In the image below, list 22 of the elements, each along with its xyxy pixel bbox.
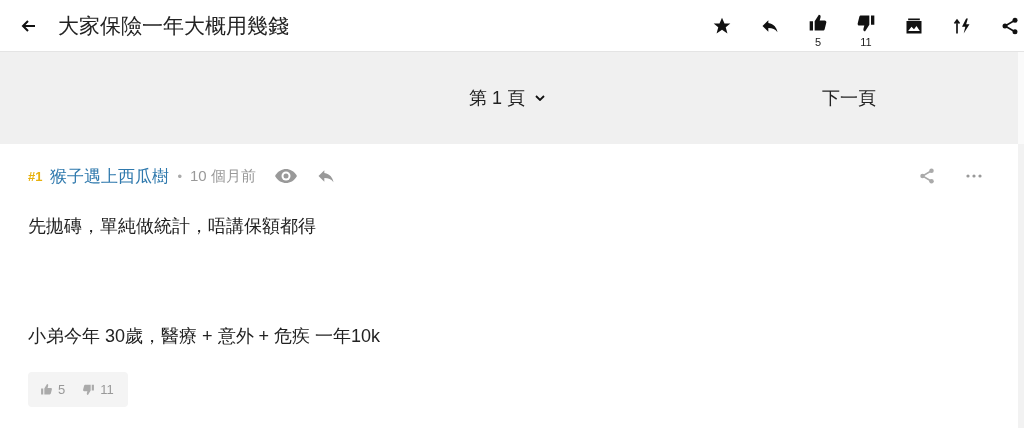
- page-selector[interactable]: 第 1 頁: [463, 85, 551, 111]
- thumbs-up-icon[interactable]: [40, 383, 53, 396]
- caret-icon: [535, 95, 545, 101]
- thumbs-down-icon[interactable]: [82, 383, 96, 396]
- more-icon[interactable]: [966, 174, 982, 178]
- post-text: 先拋磚，單純做統計，唔講保額都得: [28, 215, 317, 238]
- thumbs-down-icon[interactable]: [856, 13, 876, 33]
- thumbs-up-icon[interactable]: [808, 13, 828, 33]
- like-count: 5: [58, 382, 66, 397]
- like-count: 5: [814, 36, 822, 48]
- post-text: 小弟今年 30歲，醫療 + 意外 + 危疾 一年10k: [28, 325, 382, 348]
- thread-title: 大家保險一年大概用幾錢: [58, 12, 289, 39]
- post-time: 10 個月前: [190, 166, 256, 186]
- separator-dot: •: [177, 168, 183, 184]
- dislike-count: 11: [100, 382, 114, 397]
- eye-icon[interactable]: [273, 168, 298, 184]
- next-page-button[interactable]: 下一頁: [816, 85, 882, 111]
- back-arrow-icon[interactable]: [20, 17, 36, 34]
- post-number: #1: [28, 168, 43, 184]
- share-icon[interactable]: [1000, 15, 1020, 36]
- dislike-count: 11: [860, 36, 872, 48]
- author-link[interactable]: 猴子遇上西瓜樹: [50, 164, 170, 188]
